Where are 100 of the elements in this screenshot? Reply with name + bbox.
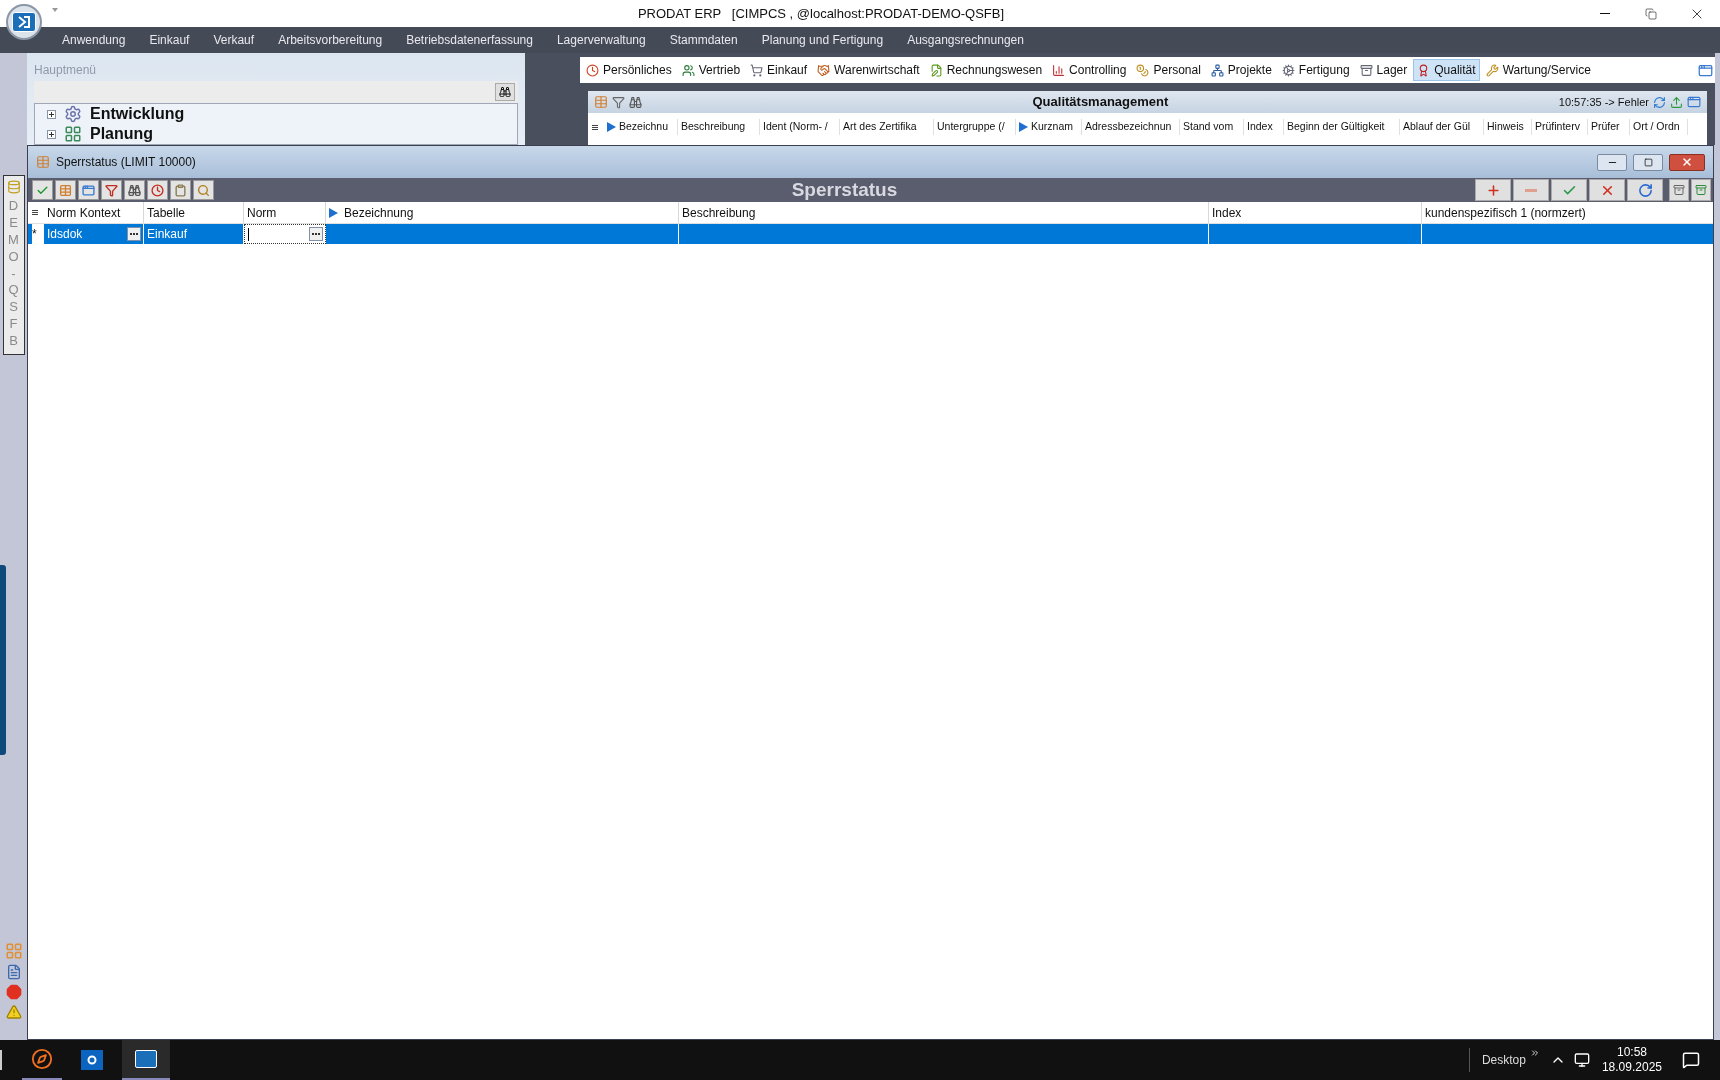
column-header[interactable]: kundenspezifisch 1 (normzert)	[1422, 202, 1720, 223]
document-icon[interactable]	[5, 964, 22, 980]
column-header[interactable]: Prüfer	[1588, 119, 1630, 135]
save-button[interactable]	[1551, 179, 1587, 201]
expand-icon[interactable]	[47, 109, 56, 119]
column-header[interactable]: Art des Zertifika	[840, 119, 934, 135]
window-title: PRODAT ERP [CIMPCS , @localhost:PRODAT-DEMO-QSFB]	[637, 4, 1005, 23]
tree-item[interactable]: Entwicklung	[90, 105, 185, 123]
module-tab[interactable]: Qualität	[1413, 59, 1480, 81]
binoculars-icon[interactable]	[629, 95, 642, 109]
mail-logo-icon	[86, 1055, 98, 1065]
column-header[interactable]: Beschreibung	[678, 119, 760, 135]
module-tab[interactable]: Projekte	[1206, 59, 1276, 81]
menu-item[interactable]: Lagerverwaltung	[544, 31, 658, 49]
menu-item[interactable]: Betriebsdatenerfassung	[394, 31, 545, 49]
column-header[interactable]: Untergruppe (/	[934, 119, 1016, 135]
stop-icon[interactable]	[5, 984, 22, 1000]
menu-item[interactable]: Anwendung	[50, 31, 138, 49]
menu-item[interactable]: Arbeitsvorbereitung	[266, 31, 395, 49]
column-header[interactable]: Adressbezeichnun	[1082, 119, 1180, 135]
module-tab[interactable]: Rechnungswesen	[925, 59, 1047, 81]
box-button[interactable]	[1669, 179, 1689, 201]
add-button[interactable]	[1475, 179, 1511, 201]
grid-button[interactable]	[55, 180, 76, 200]
module-tab[interactable]: Persönliches	[582, 59, 676, 81]
menu-item[interactable]: Einkauf	[137, 31, 202, 49]
sort-icon	[1019, 122, 1028, 132]
window-icon	[82, 183, 95, 197]
cell-input-field[interactable]	[244, 224, 326, 244]
tree-item[interactable]: Planung	[90, 125, 154, 143]
column-header[interactable]: Beginn der Gültigkeit	[1284, 119, 1400, 135]
quick-access-caret-icon[interactable]	[52, 8, 58, 12]
search-button[interactable]	[193, 180, 214, 200]
clock[interactable]: 10:58 18.09.2025	[1601, 1045, 1662, 1075]
export-icon[interactable]	[1670, 95, 1683, 109]
cancel-button[interactable]	[1589, 179, 1625, 201]
filter-icon[interactable]	[612, 95, 625, 109]
binoculars-button[interactable]	[495, 83, 515, 101]
clock-button[interactable]	[147, 180, 168, 200]
module-icon	[750, 63, 764, 77]
module-tab[interactable]: Einkauf	[746, 59, 812, 81]
module-tab[interactable]: Warenwirtschaft	[813, 59, 924, 81]
refresh-icon[interactable]	[1653, 95, 1666, 109]
maximize-icon	[1643, 157, 1653, 167]
column-header[interactable]: Stand vom	[1180, 119, 1244, 135]
menu-item[interactable]: Planung und Fertigung	[749, 31, 896, 49]
maximize-button[interactable]	[1633, 153, 1663, 171]
module-tab[interactable]: Controlling	[1048, 59, 1131, 81]
module-tab[interactable]: Fertigung	[1277, 59, 1354, 81]
box-export-button[interactable]	[1691, 179, 1711, 201]
grid-icon[interactable]	[594, 95, 608, 109]
window-button[interactable]	[78, 180, 99, 200]
column-header[interactable]: Ablauf der Gül	[1400, 119, 1484, 135]
ellipsis-button[interactable]	[309, 227, 323, 241]
column-header[interactable]: Index	[1209, 202, 1422, 223]
module-tab[interactable]: Personal	[1132, 59, 1205, 81]
table-cell-text: Idsdok	[47, 226, 84, 243]
column-header[interactable]: Beschreibung	[679, 202, 1209, 223]
column-header[interactable]: Bezeichnung	[326, 202, 679, 223]
column-header[interactable]: Ort / Ordn	[1630, 119, 1688, 135]
column-header[interactable]: Prüfinterv	[1532, 119, 1588, 135]
grid-icon	[64, 125, 82, 143]
column-header[interactable]: Norm Kontext	[44, 202, 144, 223]
chevrons-icon[interactable]	[1529, 1048, 1540, 1058]
filter-clear-button[interactable]	[101, 180, 122, 200]
module-icon	[1359, 63, 1373, 77]
column-header[interactable]: Norm	[244, 202, 326, 223]
menu-item[interactable]: Stammdaten	[657, 31, 750, 49]
module-tab[interactable]: Lager	[1355, 59, 1412, 81]
notification-icon[interactable]	[1682, 1051, 1700, 1069]
warning-icon[interactable]	[5, 1004, 22, 1020]
confirm-icon-button[interactable]	[32, 180, 53, 200]
expand-icon[interactable]	[47, 129, 56, 139]
app-logo-icon[interactable]	[6, 4, 42, 40]
menu-item[interactable]: Ausgangsrechnungen	[895, 31, 1036, 49]
menu-item[interactable]: Verkauf	[201, 31, 267, 49]
database-icon[interactable]	[6, 180, 21, 194]
reload-button[interactable]	[1627, 179, 1663, 201]
minimize-button[interactable]	[1597, 153, 1627, 171]
window-icon[interactable]	[1687, 95, 1701, 109]
module-tab[interactable]: Vertrieb	[677, 59, 745, 81]
network-icon[interactable]	[1573, 1052, 1590, 1068]
ellipsis-button[interactable]	[127, 227, 141, 241]
table-row[interactable]: * Idsdok Einkauf	[28, 224, 1713, 244]
app-taskbar-icon[interactable]	[122, 1040, 170, 1080]
module-tab[interactable]: Wartung/Service	[1481, 59, 1595, 81]
sort-icon	[329, 207, 338, 218]
clipboard-button[interactable]	[170, 180, 191, 200]
filter-clear-icon	[105, 183, 118, 197]
reload-icon	[1637, 182, 1653, 198]
column-header[interactable]: Kurznam	[1016, 119, 1082, 135]
column-header[interactable]: Tabelle	[144, 202, 244, 223]
column-header[interactable]: Ident (Norm- /	[760, 119, 840, 135]
close-button[interactable]	[1669, 153, 1705, 171]
column-header[interactable]: Index	[1244, 119, 1284, 135]
column-header[interactable]: Hinweis	[1484, 119, 1532, 135]
window-icon[interactable]	[1698, 62, 1713, 78]
column-header[interactable]: Bezeichnu	[604, 119, 678, 135]
clock-time: 10:58	[1616, 1045, 1647, 1060]
desktop-toolbar-label[interactable]: Desktop	[1481, 1051, 1526, 1069]
